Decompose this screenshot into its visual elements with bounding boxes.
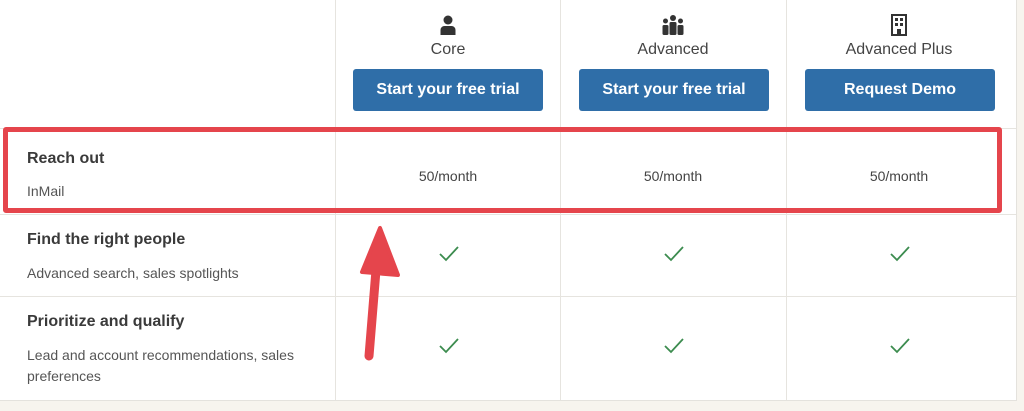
- row-divider: [0, 296, 1016, 297]
- checkmark-icon: [890, 338, 910, 354]
- checkmark-icon: [664, 338, 684, 354]
- plan-name: Core: [430, 41, 466, 58]
- highlight-box: [3, 127, 1002, 213]
- feature-description-recommendations: Lead and account recommendations, sales …: [27, 347, 294, 384]
- plan-header-advanced-plus: Advanced Plus: [787, 14, 1011, 60]
- plan-header-advanced: Advanced: [561, 14, 785, 60]
- start-free-trial-advanced-button[interactable]: Start your free trial: [579, 69, 769, 111]
- annotation-arrow-icon: [360, 226, 400, 361]
- plan-name: Advanced: [637, 41, 709, 58]
- feature-description-search: Advanced search, sales spotlights: [27, 265, 239, 281]
- row-divider: [0, 214, 1016, 215]
- feature-title-find-people: Find the right people: [27, 231, 186, 248]
- person-icon: [440, 15, 456, 35]
- team-icon: [662, 15, 684, 35]
- checkmark-icon: [439, 338, 459, 354]
- plan-name: Advanced Plus: [845, 41, 953, 58]
- request-demo-button[interactable]: Request Demo: [805, 69, 995, 111]
- checkmark-icon: [439, 246, 459, 262]
- start-free-trial-core-button[interactable]: Start your free trial: [353, 69, 543, 111]
- feature-title-prioritize: Prioritize and qualify: [27, 313, 185, 330]
- checkmark-icon: [664, 246, 684, 262]
- building-icon: [891, 14, 907, 36]
- checkmark-icon: [890, 246, 910, 262]
- plan-header-core: Core: [336, 14, 560, 60]
